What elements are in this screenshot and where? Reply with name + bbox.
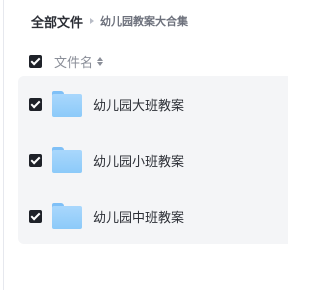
file-browser-pane: 全部文件 幼儿园教案大合集 文件名 幼儿园大班教案 幼儿园小班教案 幼儿园中班教… [3,0,288,290]
sort-icon[interactable] [97,56,104,66]
list-item[interactable]: 幼儿园小班教案 [18,132,288,188]
file-list: 幼儿园大班教案 幼儿园小班教案 幼儿园中班教案 [18,76,288,244]
list-header: 文件名 [29,51,104,71]
list-item[interactable]: 幼儿园大班教案 [18,76,288,132]
file-name[interactable]: 幼儿园大班教案 [93,95,184,114]
file-name[interactable]: 幼儿园中班教案 [93,207,184,226]
folder-icon [52,91,82,117]
folder-icon [52,147,82,173]
list-item[interactable]: 幼儿园中班教案 [18,188,288,244]
folder-icon [52,203,82,229]
breadcrumb-separator-icon [90,18,95,24]
file-name[interactable]: 幼儿园小班教案 [93,151,184,170]
row-checkbox[interactable] [29,97,42,111]
name-column-header[interactable]: 文件名 [54,52,93,71]
row-checkbox[interactable] [29,209,42,223]
breadcrumb-current: 幼儿园教案大合集 [100,15,189,28]
breadcrumb-root-link[interactable]: 全部文件 [31,12,83,31]
breadcrumb: 全部文件 幼儿园教案大合集 [31,12,189,31]
row-checkbox[interactable] [29,153,42,167]
select-all-checkbox[interactable] [29,54,42,68]
